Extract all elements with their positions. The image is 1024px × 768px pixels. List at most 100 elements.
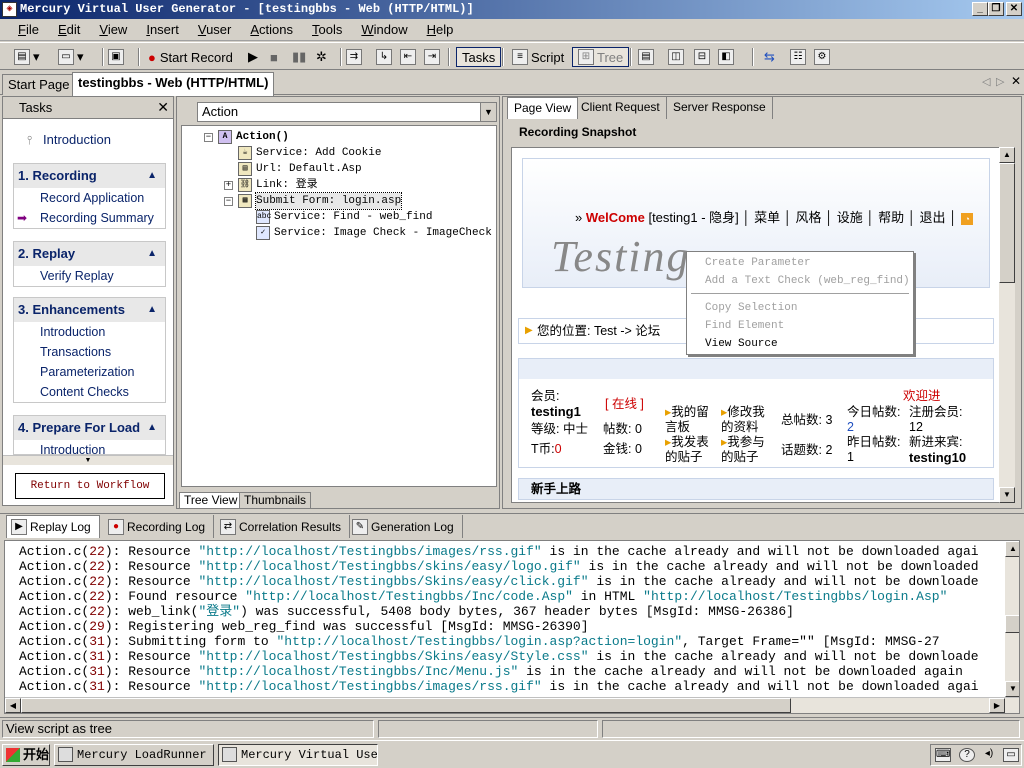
collapse-icon[interactable]: ▲ — [147, 164, 157, 188]
tree-node-find[interactable]: abc Service: Find - web_find — [256, 209, 432, 225]
start-button[interactable]: 开始 — [2, 744, 50, 766]
save-button[interactable]: ▣ — [108, 47, 127, 67]
layout-button-2[interactable]: ⊟ — [694, 47, 713, 67]
tab-start-page[interactable]: Start Page — [2, 74, 76, 95]
start-record-button[interactable]: ● Start Record — [148, 47, 233, 67]
new-script-button[interactable]: ▤ ▾ — [14, 47, 40, 67]
section-header[interactable]: 3. Enhancements ▲ — [14, 298, 165, 322]
collapse-icon[interactable]: ▲ — [147, 298, 157, 322]
scroll-thumb[interactable] — [1005, 615, 1019, 633]
task-pane-scroll-down[interactable]: ▼ — [3, 455, 173, 465]
menu-insert[interactable]: Insert — [146, 22, 179, 37]
tab-thumbnails[interactable]: Thumbnails — [239, 492, 312, 509]
ctx-create-parameter[interactable]: Create Parameter — [705, 254, 811, 272]
close-button[interactable]: ✕ — [1006, 2, 1022, 16]
scroll-left-icon[interactable]: ◀ — [5, 698, 21, 713]
tree-node-submit-form[interactable]: ▦ Submit Form: login.asp — [238, 192, 403, 210]
collapse-toggle[interactable]: − — [224, 197, 233, 206]
section-header[interactable]: 2. Replay ▲ — [14, 242, 165, 266]
menu-vuser[interactable]: Vuser — [198, 22, 232, 37]
scroll-thumb[interactable] — [21, 698, 791, 713]
tab-correlation-results[interactable]: ⇄ Correlation Results — [216, 515, 351, 538]
tree-view-button[interactable]: ⊞ Tree — [572, 47, 630, 67]
ctx-view-source[interactable]: View Source — [705, 335, 778, 353]
ctx-add-text-check[interactable]: Add a Text Check (web_reg_find) — [705, 272, 910, 290]
tab-replay-log[interactable]: ▶ Replay Log — [6, 515, 100, 538]
section-header[interactable]: 1. Recording ▲ — [14, 164, 165, 188]
script-view-button[interactable]: ≡ Script — [512, 47, 564, 67]
menu-tools[interactable]: Tools — [312, 22, 342, 37]
menu-help[interactable]: Help — [427, 22, 454, 37]
task-transactions[interactable]: Transactions — [14, 342, 165, 362]
minimize-button[interactable]: _ — [972, 2, 988, 16]
task-content-checks[interactable]: Content Checks — [14, 382, 165, 402]
task-introduction-link[interactable]: ⫯ Introduction — [13, 129, 166, 151]
properties-button[interactable]: ☷ — [790, 47, 809, 67]
snapshot-button[interactable]: ▤ — [638, 47, 657, 67]
menu-actions[interactable]: Actions — [250, 22, 293, 37]
menu-view[interactable]: View — [99, 22, 127, 37]
compile-button[interactable]: ⇉ — [346, 47, 365, 67]
scroll-down-icon[interactable]: ▼ — [999, 487, 1015, 503]
run-button[interactable]: ▶ — [248, 47, 258, 67]
menu-window[interactable]: Window — [361, 22, 407, 37]
menu-file[interactable]: File — [18, 22, 39, 37]
task-record-application[interactable]: Record Application — [14, 188, 165, 208]
my-messages-link[interactable]: ▸我的留言板 — [665, 405, 715, 435]
task-enh-introduction[interactable]: Introduction — [14, 322, 165, 342]
close-icon[interactable]: ✕ — [157, 97, 169, 118]
task-recording-summary[interactable]: ➡ Recording Summary — [14, 208, 165, 228]
tab-server-response[interactable]: Server Response — [667, 97, 773, 119]
maximize-button[interactable]: ❐ — [988, 2, 1004, 16]
log-hscroll[interactable]: ◀ ▶ — [5, 697, 1019, 713]
settings-button[interactable]: ✲ — [316, 47, 327, 67]
run-time-settings-button[interactable]: ⚙ — [814, 47, 833, 67]
scroll-thumb[interactable] — [999, 163, 1015, 283]
scroll-up-icon[interactable]: ▲ — [999, 147, 1015, 163]
tree-node-url[interactable]: ▤ Url: Default.Asp — [238, 161, 362, 177]
sync-button[interactable]: ⇆ — [764, 47, 775, 67]
tab-close-icon[interactable]: ✕ — [1011, 74, 1021, 88]
tree-node-link[interactable]: ⛓ Link: 登录 — [238, 177, 318, 193]
layout-button-3[interactable]: ◧ — [718, 47, 737, 67]
network-icon[interactable]: ▭ — [1003, 748, 1019, 762]
log-vscroll[interactable]: ▲ ▼ — [1005, 541, 1019, 697]
volume-icon[interactable]: ◂) — [981, 748, 997, 762]
tab-next-icon[interactable]: ▷ — [996, 75, 1004, 88]
ctx-copy-selection[interactable]: Copy Selection — [705, 299, 797, 317]
tree-node-add-cookie[interactable]: ☕ Service: Add Cookie — [238, 145, 381, 161]
scroll-up-icon[interactable]: ▲ — [1005, 541, 1019, 557]
tree-node-image-check[interactable]: ✓ Service: Image Check - ImageCheck — [256, 225, 492, 241]
ctx-find-element[interactable]: Find Element — [705, 317, 784, 335]
menu-edit[interactable]: Edit — [58, 22, 80, 37]
return-to-workflow-button[interactable]: Return to Workflow — [15, 473, 165, 499]
tab-recording-log[interactable]: ● Recording Log — [104, 515, 215, 538]
scroll-down-icon[interactable]: ▼ — [1005, 681, 1019, 697]
section-header[interactable]: 4. Prepare For Load ▲ — [14, 416, 165, 440]
insert-step-button[interactable]: ↳ — [376, 47, 395, 67]
my-joined-link[interactable]: ▸我参与的贴子 — [721, 435, 771, 465]
pause-button[interactable]: ▮▮ — [292, 47, 306, 67]
tab-prev-icon[interactable]: ◁ — [982, 75, 990, 88]
tab-page-view[interactable]: Page View — [507, 97, 579, 119]
collapse-icon[interactable]: ▲ — [147, 242, 157, 266]
task-parameterization[interactable]: Parameterization — [14, 362, 165, 382]
collapse-icon[interactable]: ▲ — [147, 416, 157, 440]
open-button[interactable]: ▭ ▾ — [58, 47, 84, 67]
edit-profile-link[interactable]: ▸修改我的资料 — [721, 405, 771, 435]
snapshot-vscroll[interactable]: ▲ ▼ — [999, 147, 1015, 503]
tab-tree-view[interactable]: Tree View — [179, 492, 243, 509]
create-transaction-button[interactable]: ⇤ — [400, 47, 419, 67]
expand-toggle[interactable]: + — [224, 181, 233, 190]
help-icon[interactable]: ? — [959, 748, 975, 762]
taskbar-vugen[interactable]: Mercury Virtual Use... — [218, 744, 378, 766]
my-posts-link[interactable]: ▸我发表的贴子 — [665, 435, 715, 465]
tab-testingbbs[interactable]: testingbbs - Web (HTTP/HTML) — [72, 72, 275, 96]
tab-client-request[interactable]: Client Request — [575, 97, 667, 119]
layout-button-1[interactable]: ◫ — [668, 47, 687, 67]
task-verify-replay[interactable]: Verify Replay — [14, 266, 165, 286]
tree-node-action[interactable]: A Action() — [218, 129, 289, 145]
task-load-introduction[interactable]: Introduction — [14, 440, 165, 454]
taskbar-loadrunner[interactable]: Mercury LoadRunner 8.1 — [54, 744, 214, 766]
scroll-right-icon[interactable]: ▶ — [989, 698, 1005, 713]
